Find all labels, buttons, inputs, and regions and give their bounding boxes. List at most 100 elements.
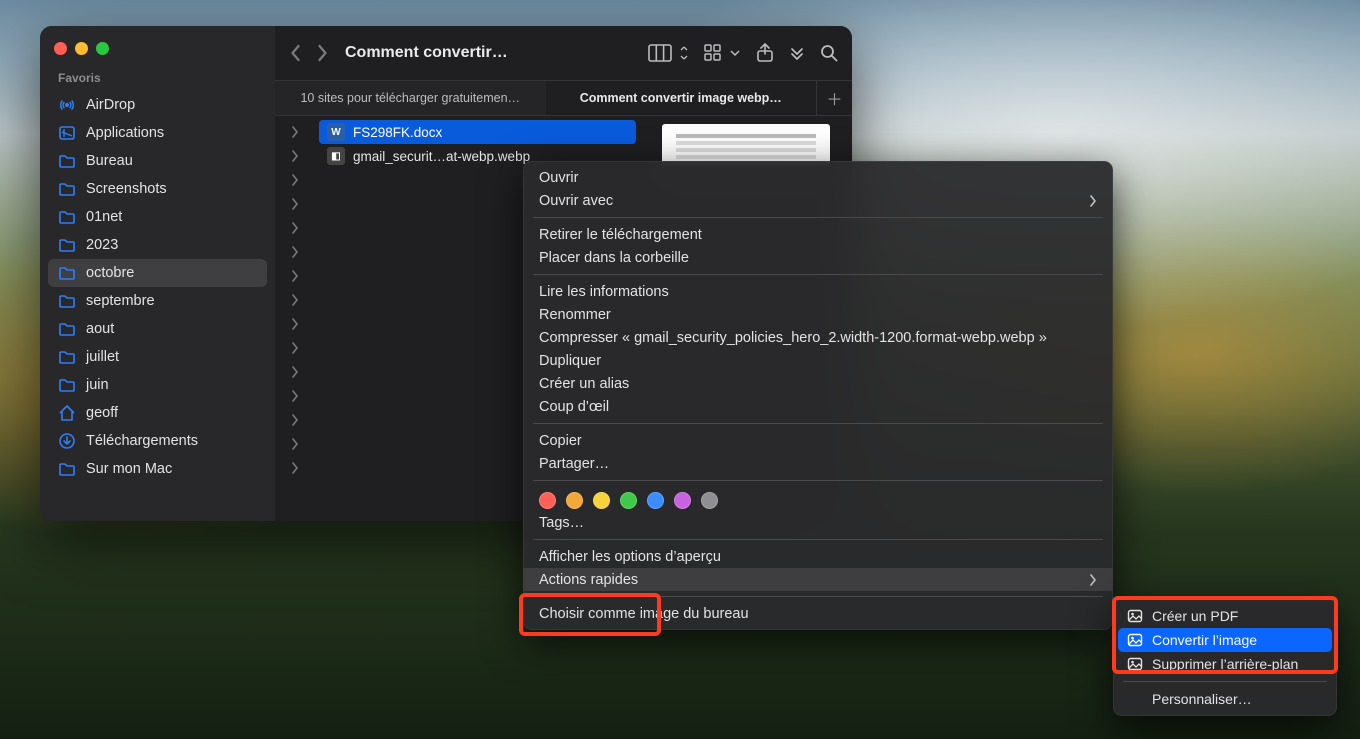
context-menu-item-quick-actions[interactable]: Actions rapides (523, 568, 1113, 591)
fullscreen-window-button[interactable] (96, 42, 109, 55)
chevron-right-icon (275, 264, 315, 288)
folder-icon (58, 320, 76, 338)
context-menu-item[interactable]: Dupliquer (523, 349, 1113, 372)
context-menu-item[interactable]: Ouvrir avec (523, 189, 1113, 212)
home-icon (58, 404, 76, 422)
tab-bar: 10 sites pour télécharger gratuitemen…Co… (275, 80, 852, 116)
folder-icon (58, 292, 76, 310)
menu-separator (533, 480, 1103, 481)
finder-toolbar: Comment convertir… (275, 26, 852, 80)
apps-icon (58, 124, 76, 142)
sidebar-item-label: Sur mon Mac (86, 461, 172, 477)
finder-tab[interactable]: 10 sites pour télécharger gratuitemen… (275, 81, 546, 115)
nav-back-button[interactable] (289, 44, 302, 62)
sidebar-item-septembre[interactable]: septembre (48, 287, 267, 315)
more-toolbar-button[interactable] (790, 46, 804, 60)
tag-color-dot[interactable] (647, 492, 664, 509)
finder-tab[interactable]: Comment convertir image webp… (546, 81, 817, 115)
context-menu-item[interactable]: Renommer (523, 303, 1113, 326)
folder-icon (58, 348, 76, 366)
context-menu-item[interactable]: Copier (523, 429, 1113, 452)
tag-color-dot[interactable] (593, 492, 610, 509)
sidebar-item-01net[interactable]: 01net (48, 203, 267, 231)
window-title: Comment convertir… (345, 44, 508, 62)
sidebar-item-t-l-chargements[interactable]: Téléchargements (48, 427, 267, 455)
folder-icon (58, 236, 76, 254)
context-menu-item[interactable]: Retirer le téléchargement (523, 223, 1113, 246)
context-menu-item[interactable]: Partager… (523, 452, 1113, 475)
sidebar-item-bureau[interactable]: Bureau (48, 147, 267, 175)
file-name: FS298FK.docx (353, 125, 442, 140)
context-menu-item[interactable]: Placer dans la corbeille (523, 246, 1113, 269)
sidebar-item-label: aout (86, 321, 114, 337)
sidebar-item-label: 01net (86, 209, 122, 225)
file-icon: ◧ (327, 147, 345, 165)
context-menu-item[interactable]: Choisir comme image du bureau (523, 602, 1113, 625)
folder-icon (58, 376, 76, 394)
sidebar-item-geoff[interactable]: geoff (48, 399, 267, 427)
sidebar-item-screenshots[interactable]: Screenshots (48, 175, 267, 203)
menu-separator (533, 423, 1103, 424)
parent-folder-column (275, 116, 315, 521)
sidebar-item-label: juin (86, 377, 109, 393)
context-menu-item-tags[interactable]: Tags… (523, 511, 1113, 534)
sidebar-item-label: Bureau (86, 153, 133, 169)
sidebar-item-label: 2023 (86, 237, 118, 253)
quick-action-item[interactable]: Supprimer l’arrière-plan (1113, 652, 1337, 676)
context-menu-item[interactable]: Créer un alias (523, 372, 1113, 395)
chevron-right-icon (275, 408, 315, 432)
chevron-right-icon (275, 168, 315, 192)
sidebar-item-juin[interactable]: juin (48, 371, 267, 399)
search-button[interactable] (820, 44, 838, 62)
folder-icon (58, 152, 76, 170)
sidebar-item-label: Screenshots (86, 181, 167, 197)
sidebar-item-2023[interactable]: 2023 (48, 231, 267, 259)
chevron-right-icon (275, 216, 315, 240)
sidebar-item-sur-mon-mac[interactable]: Sur mon Mac (48, 455, 267, 483)
quick-action-item[interactable]: Créer un PDF (1113, 604, 1337, 628)
view-columns-button[interactable] (648, 44, 688, 62)
sidebar-item-label: Applications (86, 125, 164, 141)
download-icon (58, 432, 76, 450)
sidebar-item-airdrop[interactable]: AirDrop (48, 91, 267, 119)
context-menu-item[interactable]: Coup d’œil (523, 395, 1113, 418)
context-menu-item[interactable]: Lire les informations (523, 280, 1113, 303)
sidebar-item-label: AirDrop (86, 97, 135, 113)
tag-color-dot[interactable] (566, 492, 583, 509)
sidebar-item-label: geoff (86, 405, 118, 421)
sidebar-item-applications[interactable]: Applications (48, 119, 267, 147)
group-by-button[interactable] (704, 44, 740, 62)
sidebar-item-label: octobre (86, 265, 134, 281)
quick-action-item[interactable]: Convertir l’image (1118, 628, 1332, 652)
menu-separator (1123, 681, 1327, 682)
file-name: gmail_securit…at-webp.webp (353, 149, 530, 164)
sidebar-item-label: Téléchargements (86, 433, 198, 449)
context-menu-item[interactable]: Compresser « gmail_security_policies_her… (523, 326, 1113, 349)
context-menu-item[interactable]: Ouvrir (523, 166, 1113, 189)
chevron-right-icon (275, 120, 315, 144)
sidebar-heading-favorites: Favoris (48, 69, 267, 91)
file-item[interactable]: W FS298FK.docx (319, 120, 636, 144)
sidebar-item-octobre[interactable]: octobre (48, 259, 267, 287)
chevron-right-icon (275, 288, 315, 312)
folder-icon (58, 180, 76, 198)
file-icon: W (327, 123, 345, 141)
tag-color-dot[interactable] (539, 492, 556, 509)
context-menu-item[interactable]: Afficher les options d’aperçu (523, 545, 1113, 568)
chevron-right-icon (275, 384, 315, 408)
minimize-window-button[interactable] (75, 42, 88, 55)
sidebar-item-label: septembre (86, 293, 155, 309)
close-window-button[interactable] (54, 42, 67, 55)
sidebar-item-juillet[interactable]: juillet (48, 343, 267, 371)
new-tab-button[interactable]: ＋ (816, 81, 852, 115)
quick-action-customize[interactable]: Personnaliser… (1113, 687, 1337, 711)
share-button[interactable] (756, 43, 774, 63)
sidebar-item-aout[interactable]: aout (48, 315, 267, 343)
menu-separator (533, 217, 1103, 218)
menu-separator (533, 596, 1103, 597)
tag-color-dot[interactable] (674, 492, 691, 509)
tag-color-row (523, 486, 1113, 511)
tag-color-dot[interactable] (620, 492, 637, 509)
tag-color-dot[interactable] (701, 492, 718, 509)
nav-forward-button[interactable] (316, 44, 329, 62)
